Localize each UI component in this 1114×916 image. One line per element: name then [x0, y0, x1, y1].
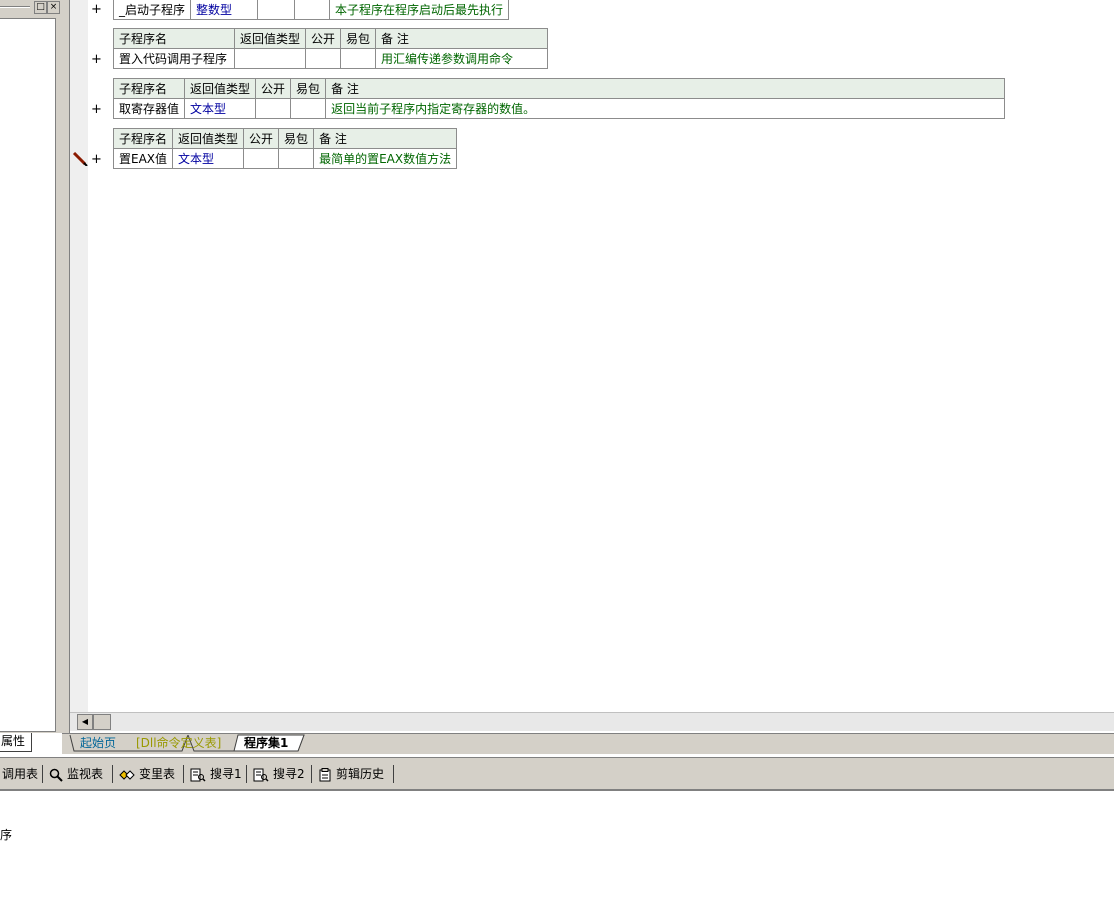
pencil-icon	[72, 152, 88, 166]
subroutine-name[interactable]: 取寄存器值	[112, 98, 186, 119]
col-header-note: 备 注	[313, 128, 458, 149]
table-row: 置入代码调用子程序 用汇编传递参数调用命令	[113, 48, 549, 69]
public-cell[interactable]	[257, 0, 296, 20]
subroutine-name[interactable]: 置EAX值	[112, 148, 174, 169]
return-type[interactable]: 整数型	[190, 0, 259, 20]
return-type[interactable]: 文本型	[184, 98, 257, 119]
clipboard-icon	[319, 767, 331, 781]
note-cell[interactable]: 用汇编传递参数调用命令	[375, 48, 549, 69]
subroutine-table: 子程序名 返回值类型 公开 易包 备 注 取寄存器值 文本型 返回当前子程序内指…	[112, 78, 1006, 119]
toolbar-separator	[311, 765, 312, 783]
table-row: 置EAX值 文本型 最简单的置EAX数值方法	[112, 148, 458, 169]
note-cell[interactable]: 返回当前子程序内指定寄存器的数值。	[325, 98, 1006, 119]
variable-table-button[interactable]: 变里表	[119, 765, 175, 783]
public-cell[interactable]	[243, 148, 280, 169]
variable-table-label: 变里表	[139, 767, 176, 781]
easy-pack-cell[interactable]	[340, 48, 377, 69]
col-header-name: 子程序名	[113, 28, 235, 49]
output-panel[interactable]	[0, 789, 1114, 916]
col-header-name: 子程序名	[112, 78, 186, 99]
toolbar-separator	[246, 765, 247, 783]
easy-pack-cell[interactable]	[278, 148, 315, 169]
return-type[interactable]: 文本型	[172, 148, 245, 169]
toolbar-separator	[42, 765, 43, 783]
output-text: 序	[0, 828, 13, 842]
expand-button[interactable]: +	[91, 53, 102, 67]
return-type[interactable]	[233, 48, 307, 69]
watch-table-button[interactable]: 监视表	[49, 765, 103, 783]
note-cell[interactable]: 最简单的置EAX数值方法	[313, 148, 458, 169]
clip-history-label: 剪辑历史	[336, 767, 385, 781]
col-header-return-type: 返回值类型	[172, 128, 245, 149]
col-header-note: 备 注	[375, 28, 549, 49]
horizontal-scrollbar[interactable]	[70, 712, 1114, 731]
table-header: 子程序名 返回值类型 公开 易包 备 注	[112, 78, 1006, 99]
note-cell[interactable]: 本子程序在程序启动后最先执行	[329, 0, 510, 20]
restore-icon[interactable]: □	[34, 1, 47, 14]
col-header-return-type: 返回值类型	[184, 78, 257, 99]
table-row: 取寄存器值 文本型 返回当前子程序内指定寄存器的数值。	[112, 98, 1006, 119]
col-header-easy-pack: 易包	[290, 78, 327, 99]
col-header-return-type: 返回值类型	[233, 28, 307, 49]
toolbar-separator	[393, 765, 394, 783]
clip-history-button[interactable]: 剪辑历史	[318, 765, 384, 783]
col-header-public: 公开	[255, 78, 292, 99]
search-2-button[interactable]: 搜寻2	[253, 765, 305, 783]
subroutine-table: _启动子程序 整数型 本子程序在程序启动后最先执行	[112, 0, 510, 20]
scroll-left-icon[interactable]: ◀	[77, 714, 93, 730]
toolbar-separator	[112, 765, 113, 783]
tab-program-set-1[interactable]: 程序集1	[244, 735, 288, 752]
subroutine-table: 子程序名 返回值类型 公开 易包 备 注 置EAX值 文本型 最简单的置EAX数…	[112, 128, 458, 169]
magnifier-icon	[49, 768, 63, 782]
editor-splitter[interactable]	[62, 0, 70, 733]
col-header-public: 公开	[305, 28, 342, 49]
subroutine-name[interactable]: 置入代码调用子程序	[113, 48, 235, 69]
expand-button[interactable]: +	[91, 103, 102, 117]
search-doc-icon	[190, 768, 206, 782]
editor-gutter	[70, 0, 88, 712]
table-row: _启动子程序 整数型 本子程序在程序启动后最先执行	[112, 0, 510, 20]
easy-pack-cell[interactable]	[290, 98, 327, 119]
col-header-note: 备 注	[325, 78, 1006, 99]
col-header-public: 公开	[243, 128, 280, 149]
call-table-button[interactable]: 调用表	[2, 765, 38, 783]
search-doc-icon	[253, 768, 269, 782]
subroutine-table: 子程序名 返回值类型 公开 易包 备 注 置入代码调用子程序 用汇编传递参数调用…	[113, 28, 549, 69]
col-header-easy-pack: 易包	[340, 28, 377, 49]
subroutine-name[interactable]: _启动子程序	[112, 0, 192, 20]
search-2-label: 搜寻2	[273, 767, 305, 781]
col-header-easy-pack: 易包	[278, 128, 315, 149]
toolbar-separator	[183, 765, 184, 783]
search-1-button[interactable]: 搜寻1	[190, 765, 242, 783]
call-table-label: 调用表	[2, 767, 39, 781]
properties-tab[interactable]: 属性	[0, 733, 32, 752]
tab-dll-commands[interactable]: [Dll命令定义表]	[136, 735, 221, 752]
table-header: 子程序名 返回值类型 公开 易包 备 注	[112, 128, 458, 149]
table-header: 子程序名 返回值类型 公开 易包 备 注	[113, 28, 549, 49]
easy-pack-cell[interactable]	[294, 0, 331, 20]
public-cell[interactable]	[255, 98, 292, 119]
left-panel-list[interactable]	[0, 18, 56, 732]
left-panel-titlebar: □ ×	[0, 0, 62, 15]
tab-start-page[interactable]: 起始页	[80, 735, 116, 752]
search-1-label: 搜寻1	[210, 767, 242, 781]
close-icon[interactable]: ×	[47, 1, 60, 14]
scroll-thumb[interactable]	[93, 714, 111, 730]
expand-button[interactable]: +	[91, 3, 102, 17]
expand-button[interactable]: +	[91, 153, 102, 167]
col-header-name: 子程序名	[112, 128, 174, 149]
public-cell[interactable]	[305, 48, 342, 69]
variable-icon	[119, 769, 135, 780]
watch-table-label: 监视表	[67, 767, 104, 781]
